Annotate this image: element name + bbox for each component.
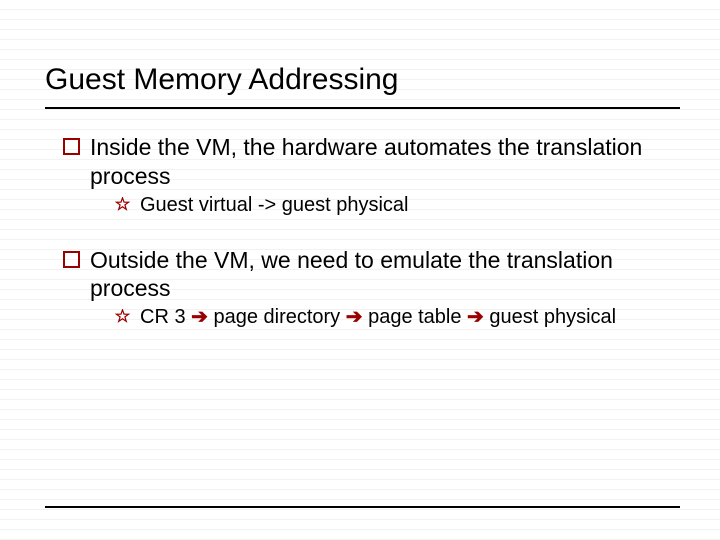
slide-title: Guest Memory Addressing bbox=[45, 63, 680, 97]
slide: Guest Memory Addressing Inside the VM, t… bbox=[0, 0, 720, 540]
bullet-text: CR 3 ➔ page directory ➔ page table ➔ gue… bbox=[140, 305, 616, 330]
bullet-level2: Guest virtual -> guest physical bbox=[45, 193, 680, 218]
bullet-text: Guest virtual -> guest physical bbox=[140, 193, 408, 218]
footer-rule bbox=[45, 506, 680, 508]
text-segment: page table bbox=[363, 306, 468, 328]
arrow-right-icon: ➔ bbox=[467, 306, 484, 328]
bullet-level2: CR 3 ➔ page directory ➔ page table ➔ gue… bbox=[45, 305, 680, 330]
slide-content: Guest Memory Addressing Inside the VM, t… bbox=[0, 0, 720, 330]
bullet-level1: Inside the VM, the hardware automates th… bbox=[45, 133, 680, 191]
title-underline bbox=[45, 107, 680, 109]
text-segment: page directory bbox=[208, 306, 346, 328]
bullet-list: Inside the VM, the hardware automates th… bbox=[45, 133, 680, 330]
star-bullet-icon bbox=[115, 197, 130, 217]
arrow-right-icon: ➔ bbox=[346, 306, 363, 328]
bullet-text: Inside the VM, the hardware automates th… bbox=[90, 133, 680, 191]
bullet-text: Outside the VM, we need to emulate the t… bbox=[90, 246, 680, 304]
bullet-level1: Outside the VM, we need to emulate the t… bbox=[45, 246, 680, 304]
text-segment: guest physical bbox=[484, 306, 616, 328]
text-segment: CR 3 bbox=[140, 306, 191, 328]
square-bullet-icon bbox=[63, 138, 80, 160]
arrow-right-icon: ➔ bbox=[191, 306, 208, 328]
square-bullet-icon bbox=[63, 251, 80, 273]
star-bullet-icon bbox=[115, 309, 130, 329]
